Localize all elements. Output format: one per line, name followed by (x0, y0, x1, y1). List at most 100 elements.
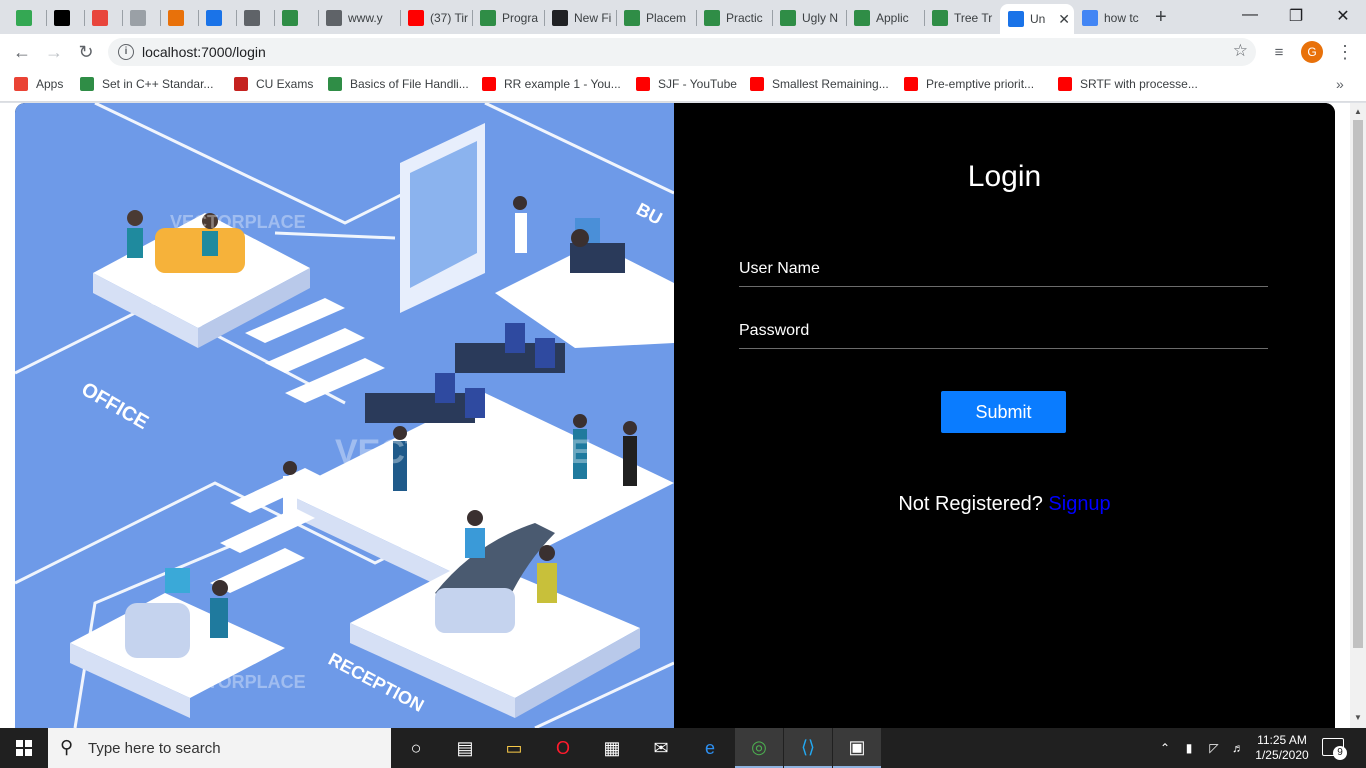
opera-icon[interactable]: O (539, 728, 587, 768)
signup-link[interactable]: Signup (1048, 493, 1110, 515)
gfg-icon (480, 10, 496, 26)
battery-icon[interactable]: ▮ (1178, 728, 1200, 768)
notification-count-badge: 9 (1333, 746, 1347, 760)
browser-tab[interactable]: Applic (846, 5, 924, 31)
browser-tab[interactable] (160, 5, 198, 31)
bookmark-label: CU Exams (256, 77, 314, 91)
edge-icon[interactable]: e (686, 728, 734, 768)
bookmark-item[interactable]: Basics of File Handli... (328, 77, 469, 91)
vscode-icon[interactable]: ⟨⟩ (784, 728, 832, 768)
youtube-icon (1058, 77, 1072, 91)
volume-icon[interactable]: ♬ (1227, 728, 1249, 768)
submit-button[interactable]: Submit (941, 391, 1066, 433)
tab-title: Un (1030, 12, 1046, 26)
bookmark-label: Apps (36, 77, 64, 91)
browser-tab[interactable] (8, 5, 46, 31)
browser-tab[interactable] (274, 5, 318, 31)
menu-kebab-icon[interactable]: ⋮ (1333, 40, 1357, 64)
taskbar-search-box[interactable]: ⚲ Type here to search (48, 728, 391, 768)
youtube-icon (408, 10, 424, 26)
tray-chevron-icon[interactable]: ⌃ (1155, 728, 1175, 768)
task-view-icon[interactable]: ▤ (441, 728, 489, 768)
search-icon: ⚲ (60, 737, 74, 757)
browser-tab[interactable]: (37) Tir (400, 5, 472, 31)
bookmark-item[interactable]: Apps (14, 77, 63, 91)
bookmark-item[interactable]: SJF - YouTube (636, 77, 737, 91)
store-icon[interactable]: ▦ (588, 728, 636, 768)
tablet-screen (400, 123, 527, 313)
bookmark-label: SJF - YouTube (658, 77, 737, 91)
page-viewport: VECTORPLACE VECTORPLACE VECTORPLACE OFFI… (0, 103, 1350, 728)
windows-logo-icon (16, 740, 32, 756)
github-icon (552, 10, 568, 26)
tab-title: www.y (348, 11, 383, 25)
bookmarks-overflow-icon[interactable]: » (1336, 76, 1344, 92)
y-icon (206, 10, 222, 26)
bookmark-star-icon[interactable]: ☆ (1233, 41, 1248, 61)
page-scrollbar[interactable]: ▲ ▼ (1350, 103, 1366, 728)
browser-tab[interactable] (84, 5, 122, 31)
browser-tab[interactable]: how tc (1074, 5, 1158, 31)
scroll-thumb[interactable] (1353, 120, 1363, 648)
browser-tab[interactable]: Ugly N (772, 5, 846, 31)
page-title: Login (967, 160, 1042, 193)
bookmark-item[interactable]: SRTF with processe... (1058, 77, 1198, 91)
browser-tab[interactable]: Un ✕ (1000, 4, 1074, 34)
youtube-icon (482, 77, 496, 91)
bookmark-item[interactable]: Set in C++ Standar... (80, 77, 213, 91)
close-tab-icon[interactable]: ✕ (1058, 11, 1070, 28)
profile-avatar[interactable]: G (1301, 41, 1323, 63)
scroll-up-arrow-icon[interactable]: ▲ (1354, 107, 1362, 116)
system-clock[interactable]: 11:25 AM 1/25/2020 (1254, 733, 1310, 763)
browser-tab[interactable] (46, 5, 84, 31)
mail-icon[interactable]: ✉ (637, 728, 685, 768)
wifi-icon[interactable]: ◸ (1203, 728, 1225, 768)
bookmark-item[interactable]: Pre-emptive priorit... (904, 77, 1034, 91)
minimize-button[interactable]: — (1227, 6, 1273, 24)
new-tab-button[interactable]: + (1155, 6, 1167, 29)
clock-time: 11:25 AM (1257, 733, 1307, 747)
username-input[interactable] (739, 251, 1268, 286)
bookmark-item[interactable]: CU Exams (234, 77, 313, 91)
back-arrow-icon[interactable]: ← (10, 40, 34, 64)
browser-tab[interactable]: New Fi (544, 5, 616, 31)
reload-icon[interactable]: ↻ (74, 40, 98, 64)
browser-tab[interactable]: Placem (616, 5, 696, 31)
fn-icon (168, 10, 184, 26)
url-text[interactable]: localhost:7000/login (142, 44, 266, 60)
windows-taskbar: ⚲ Type here to search ○ ▤ ▭ O ▦ ✉ e ◎ ⟨⟩ ▣ ⌃ ▮ ◸ … (0, 728, 1366, 768)
youtube-icon (904, 77, 918, 91)
office-illustration: VECTORPLACE VECTORPLACE VECTORPLACE OFFI… (15, 103, 675, 728)
browser-tab[interactable] (122, 5, 160, 31)
close-window-button[interactable]: ✕ (1320, 6, 1366, 26)
browser-tab[interactable]: Progra (472, 5, 544, 31)
forward-arrow-icon[interactable]: → (42, 40, 66, 64)
watermark-bottom: VECTORPLACE (170, 672, 306, 692)
restore-button[interactable]: ❐ (1273, 6, 1319, 26)
start-button[interactable] (0, 728, 48, 768)
file-explorer-icon[interactable]: ▭ (490, 728, 538, 768)
tab-list: www.y (37) Tir Progra New Fi Placem Practic Ug… (8, 4, 1158, 34)
cortana-icon[interactable]: ○ (392, 728, 440, 768)
clock-date: 1/25/2020 (1255, 748, 1309, 762)
video-icon (326, 10, 342, 26)
browser-tab[interactable]: Practic (696, 5, 772, 31)
media-queue-icon[interactable]: ≡ (1267, 40, 1291, 64)
browser-tab[interactable]: Tree Tr (924, 5, 1000, 31)
isometric-office-art: VECTORPLACE VECTORPLACE VECTORPLACE OFFI… (15, 103, 675, 728)
browser-tab[interactable] (198, 5, 236, 31)
search-placeholder: Type here to search (88, 740, 221, 757)
business-zone-label: BU (633, 199, 665, 229)
bookmark-item[interactable]: RR example 1 - You... (482, 77, 621, 91)
gfg-icon (80, 77, 94, 91)
browser-tab[interactable]: www.y (318, 5, 400, 31)
scroll-down-arrow-icon[interactable]: ▼ (1354, 713, 1362, 722)
password-field (739, 313, 1268, 349)
chrome-icon[interactable]: ◎ (735, 728, 783, 768)
address-bar[interactable]: i localhost:7000/login ☆ (108, 38, 1256, 66)
password-input[interactable] (739, 313, 1268, 348)
site-info-icon[interactable]: i (118, 44, 134, 60)
bookmark-item[interactable]: Smallest Remaining... (750, 77, 889, 91)
terminal-icon[interactable]: ▣ (833, 728, 881, 768)
browser-tab[interactable] (236, 5, 274, 31)
